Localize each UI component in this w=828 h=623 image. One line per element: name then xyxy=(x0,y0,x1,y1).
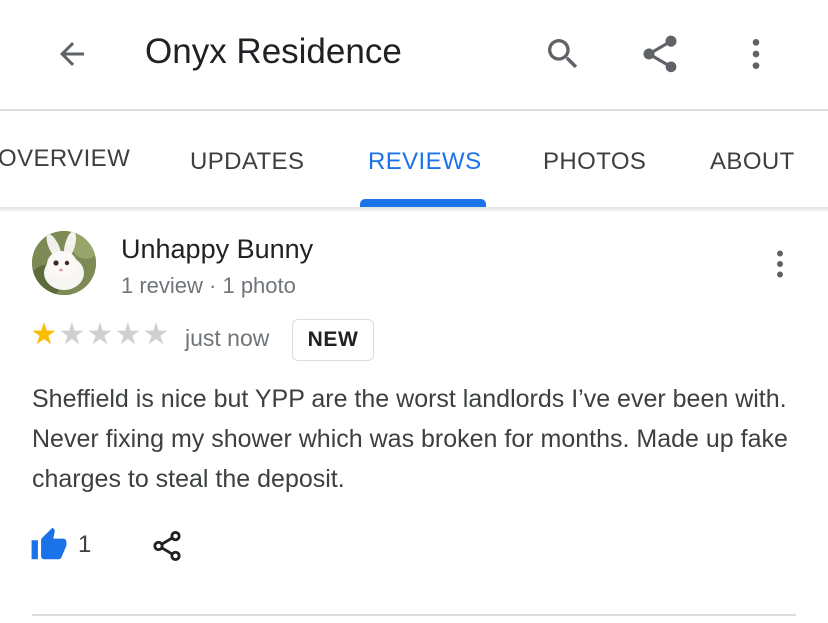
more-vert-icon xyxy=(752,39,760,69)
review-divider xyxy=(32,614,796,616)
tab-overview[interactable]: OVERVIEW xyxy=(0,142,130,176)
more-vert-icon xyxy=(777,250,783,278)
avatar[interactable] xyxy=(32,231,96,295)
tab-reviews[interactable]: REVIEWS xyxy=(368,145,481,179)
like-button[interactable]: 1 xyxy=(30,526,91,564)
tab-bar: OVERVIEW UPDATES REVIEWS PHOTOS ABOUT xyxy=(0,111,828,209)
reviewer-name[interactable]: Unhappy Bunny xyxy=(121,234,313,265)
review-more-options-button[interactable] xyxy=(760,244,800,284)
back-button[interactable] xyxy=(46,28,98,80)
star-icon: ★ xyxy=(114,318,142,351)
active-tab-indicator xyxy=(360,199,486,207)
tab-about[interactable]: ABOUT xyxy=(710,145,795,179)
thumb-up-icon xyxy=(31,527,67,560)
bunny-avatar-icon xyxy=(32,231,96,295)
arrow-back-icon xyxy=(60,42,84,66)
page-title: Onyx Residence xyxy=(145,32,402,71)
review-share-button[interactable] xyxy=(150,528,184,564)
star-icon: ★ xyxy=(30,318,58,351)
reviewer-meta: 1 review · 1 photo xyxy=(121,273,296,298)
star-rating: ★ ★ ★ ★ ★ xyxy=(30,318,170,351)
star-icon: ★ xyxy=(58,318,86,351)
star-icon: ★ xyxy=(142,318,170,351)
tab-photos[interactable]: PHOTOS xyxy=(543,145,646,179)
review-time: just now xyxy=(185,325,270,351)
review-text: Sheffield is nice but YPP are the worst … xyxy=(32,385,788,493)
tab-bar-shadow xyxy=(0,207,828,213)
share-button[interactable] xyxy=(634,28,686,80)
new-badge: NEW xyxy=(292,319,374,361)
share-icon xyxy=(153,530,181,562)
star-icon: ★ xyxy=(86,318,114,351)
tab-updates[interactable]: UPDATES xyxy=(190,145,304,179)
search-button[interactable] xyxy=(537,28,589,80)
app-bar: Onyx Residence xyxy=(0,0,828,110)
like-count: 1 xyxy=(78,531,92,558)
more-options-button[interactable] xyxy=(730,28,782,80)
share-icon xyxy=(643,35,677,73)
search-icon xyxy=(548,39,578,69)
